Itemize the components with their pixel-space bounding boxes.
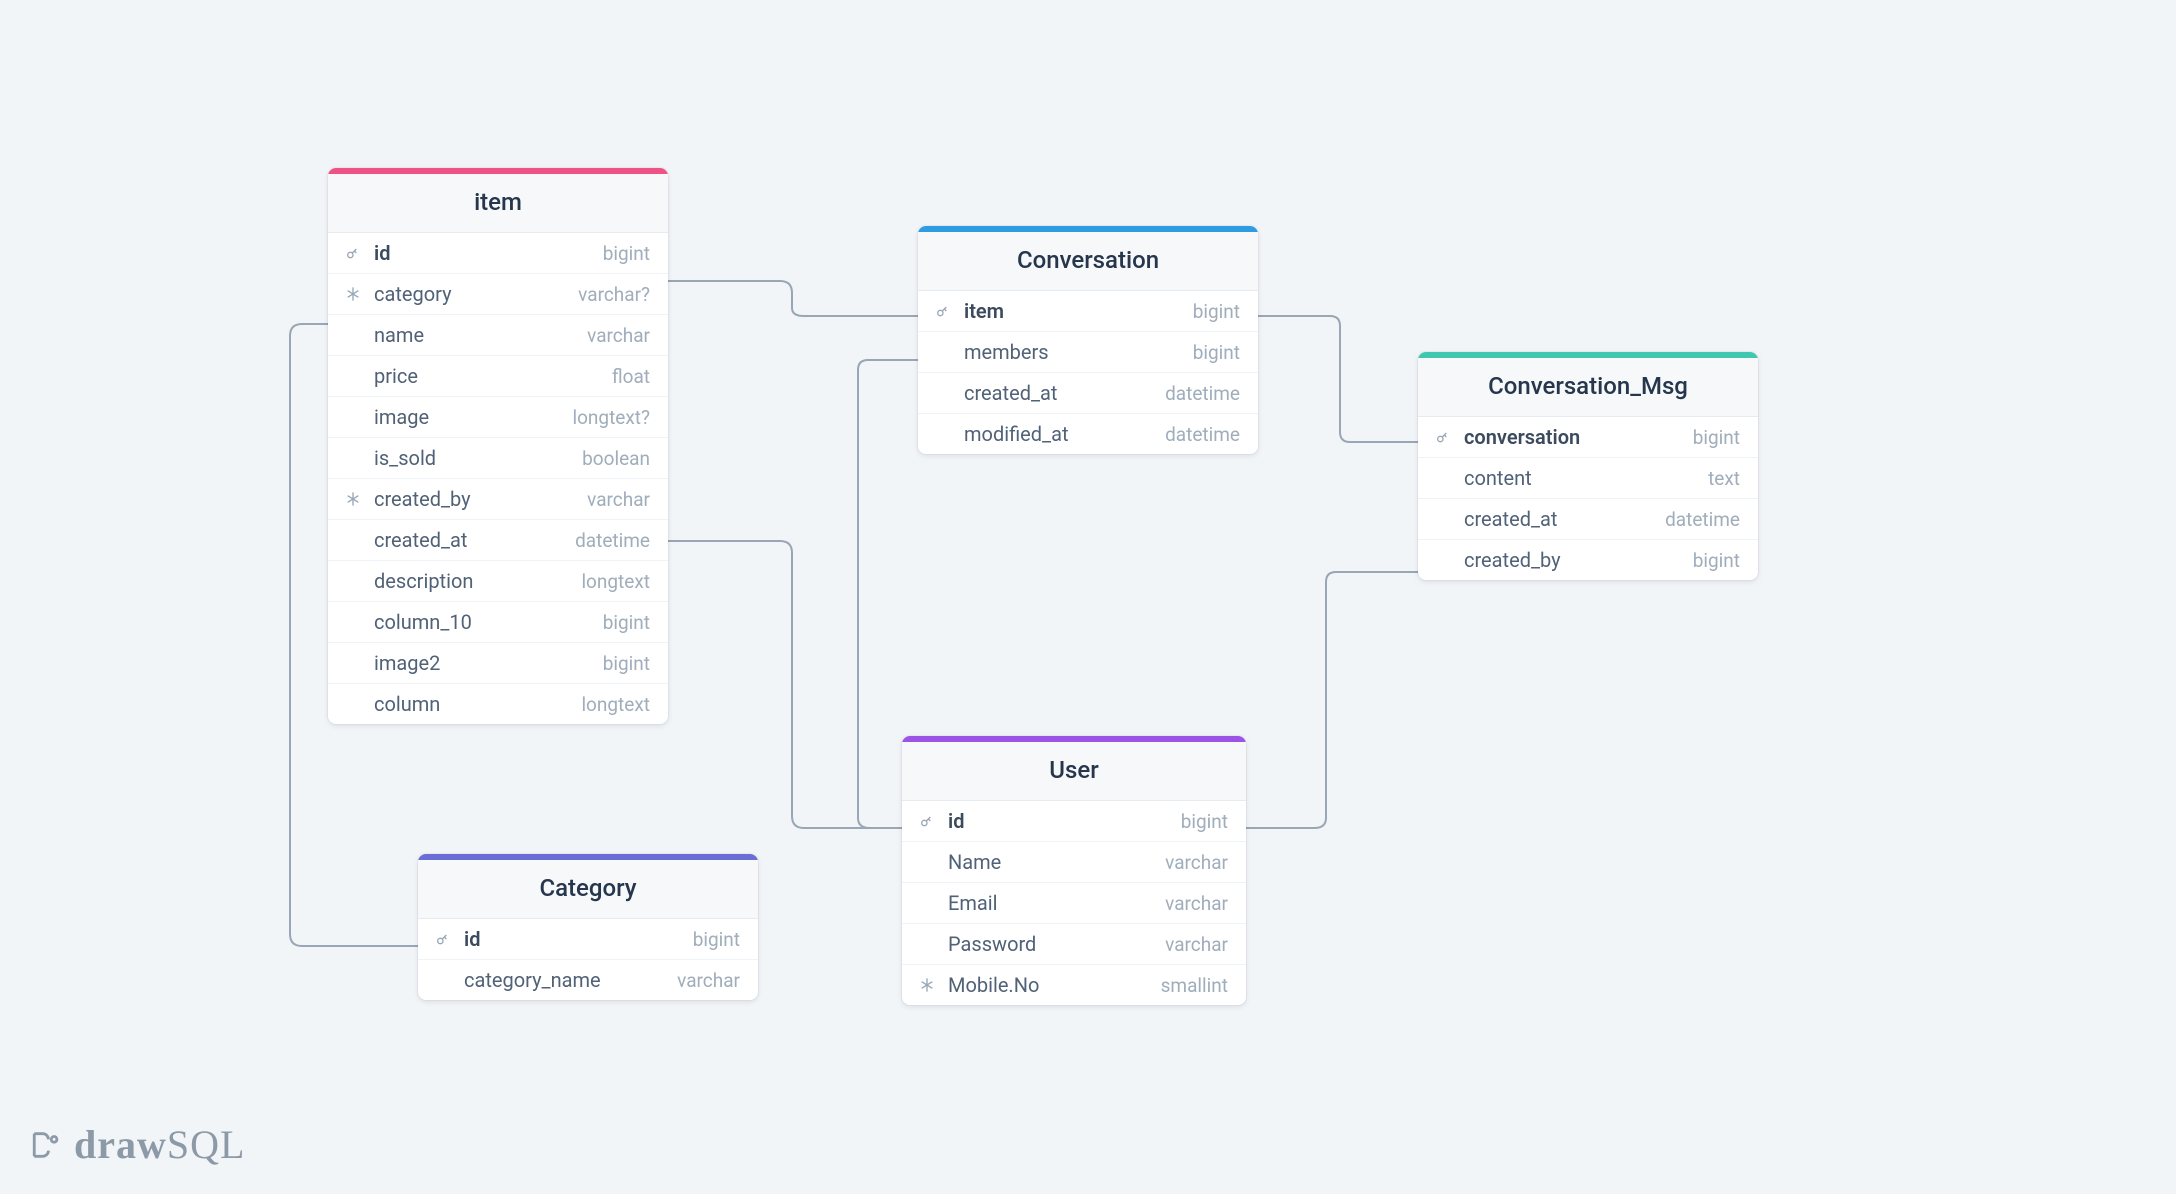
column-row[interactable]: created_atdatetime: [1418, 498, 1758, 539]
table-conversation[interactable]: Conversation itembigint membersbigint cr…: [918, 226, 1258, 454]
column-row[interactable]: namevarchar: [328, 314, 668, 355]
canvas[interactable]: item idbigint categoryvarchar? namevarch…: [0, 0, 2176, 1194]
table-title: Conversation: [918, 232, 1258, 291]
drawsql-logo: drawSQL: [30, 1121, 245, 1168]
column-row[interactable]: created_atdatetime: [328, 519, 668, 560]
key-icon: [432, 931, 454, 947]
column-row[interactable]: contenttext: [1418, 457, 1758, 498]
connectors: [0, 0, 2176, 1194]
column-row[interactable]: itembigint: [918, 291, 1258, 331]
column-row[interactable]: idbigint: [418, 919, 758, 959]
column-row[interactable]: columnlongtext: [328, 683, 668, 724]
snowflake-icon: [916, 977, 938, 993]
column-row[interactable]: created_byvarchar: [328, 478, 668, 519]
column-row[interactable]: Namevarchar: [902, 841, 1246, 882]
logo-icon: [30, 1128, 64, 1162]
logo-text-2: SQL: [167, 1122, 246, 1167]
column-row[interactable]: descriptionlongtext: [328, 560, 668, 601]
column-row[interactable]: image2bigint: [328, 642, 668, 683]
column-row[interactable]: categoryvarchar?: [328, 273, 668, 314]
snowflake-icon: [342, 286, 364, 302]
column-row[interactable]: Passwordvarchar: [902, 923, 1246, 964]
column-row[interactable]: conversationbigint: [1418, 417, 1758, 457]
key-icon: [932, 303, 954, 319]
key-icon: [916, 813, 938, 829]
table-category[interactable]: Category idbigint category_namevarchar: [418, 854, 758, 1000]
table-item[interactable]: item idbigint categoryvarchar? namevarch…: [328, 168, 668, 724]
column-row[interactable]: idbigint: [902, 801, 1246, 841]
column-row[interactable]: Mobile.Nosmallint: [902, 964, 1246, 1005]
column-row[interactable]: modified_atdatetime: [918, 413, 1258, 454]
key-icon: [342, 245, 364, 261]
column-row[interactable]: pricefloat: [328, 355, 668, 396]
logo-text-1: draw: [74, 1122, 167, 1167]
table-title: User: [902, 742, 1246, 801]
table-conversation-msg[interactable]: Conversation_Msg conversationbigint cont…: [1418, 352, 1758, 580]
column-row[interactable]: imagelongtext?: [328, 396, 668, 437]
column-row[interactable]: membersbigint: [918, 331, 1258, 372]
column-row[interactable]: Emailvarchar: [902, 882, 1246, 923]
column-row[interactable]: is_soldboolean: [328, 437, 668, 478]
table-title: item: [328, 174, 668, 233]
table-title: Conversation_Msg: [1418, 358, 1758, 417]
column-row[interactable]: created_atdatetime: [918, 372, 1258, 413]
column-row[interactable]: idbigint: [328, 233, 668, 273]
table-title: Category: [418, 860, 758, 919]
table-user[interactable]: User idbigint Namevarchar Emailvarchar P…: [902, 736, 1246, 1005]
snowflake-icon: [342, 491, 364, 507]
column-row[interactable]: category_namevarchar: [418, 959, 758, 1000]
key-icon: [1432, 429, 1454, 445]
column-row[interactable]: column_10bigint: [328, 601, 668, 642]
column-row[interactable]: created_bybigint: [1418, 539, 1758, 580]
